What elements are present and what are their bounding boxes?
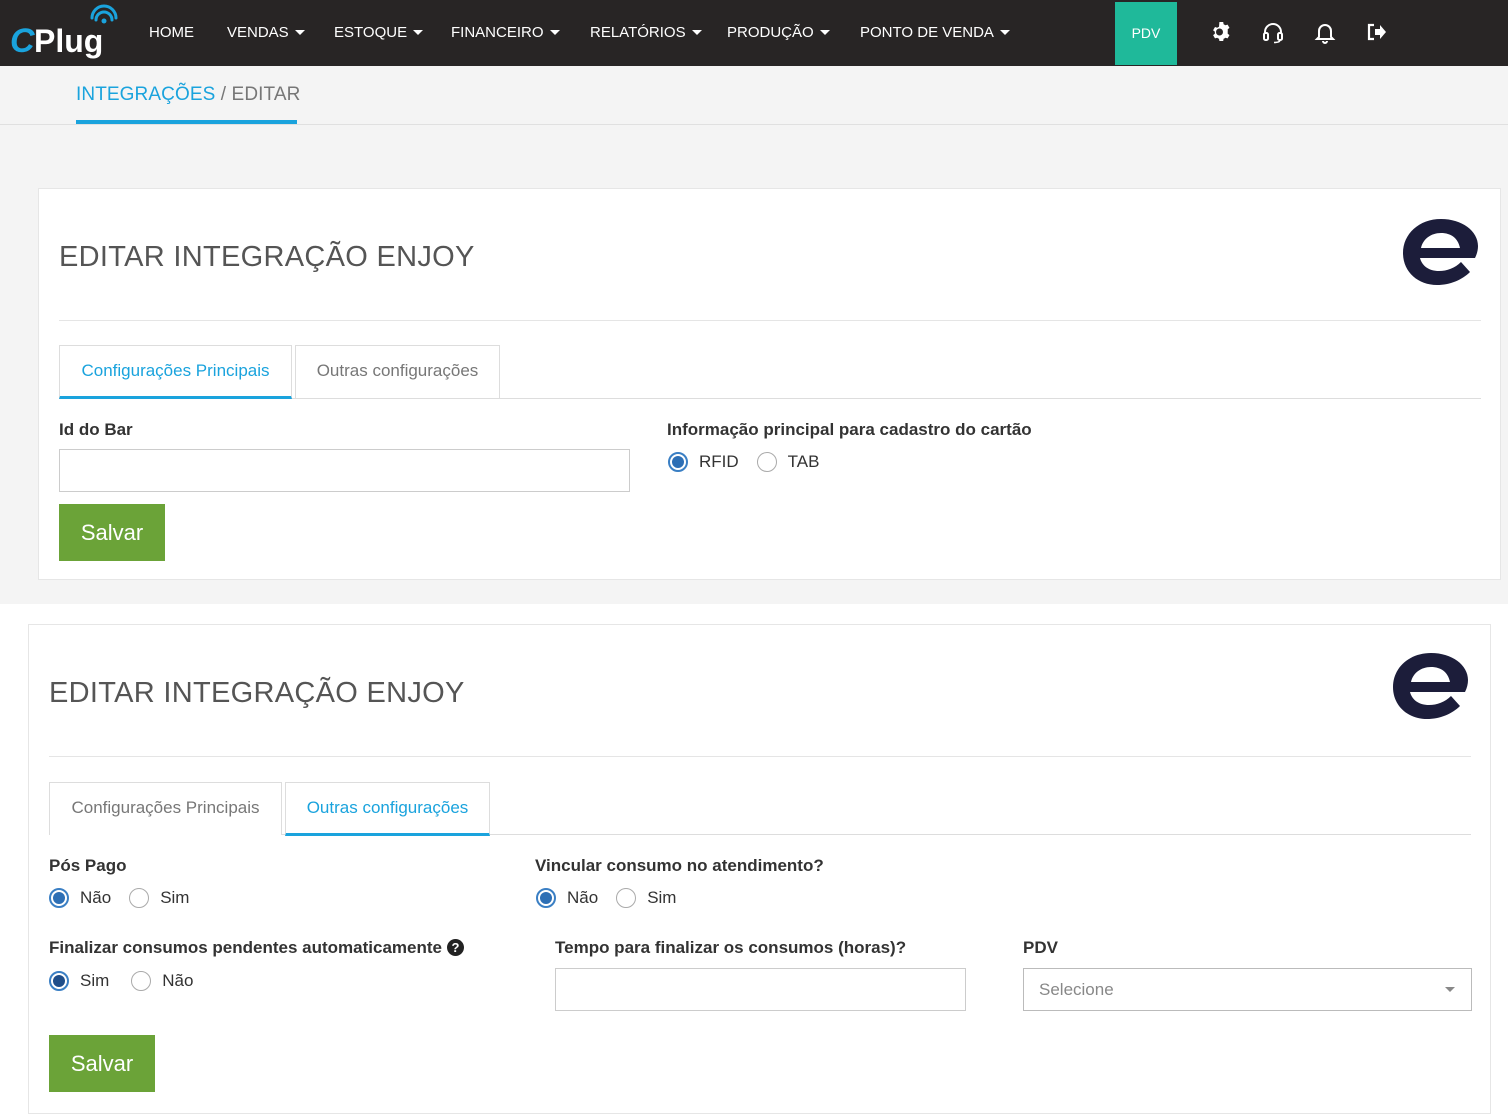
nav-estoque[interactable]: ESTOQUE — [334, 0, 424, 66]
tempo-finalizar-label: Tempo para finalizar os consumos (horas)… — [555, 938, 907, 957]
radio-rfid[interactable] — [668, 452, 688, 472]
caret-down-icon — [819, 29, 830, 35]
cplug-logo[interactable]: C Plug — [8, 4, 126, 62]
pdv-select[interactable]: Selecione — [1023, 968, 1472, 1011]
nav-financeiro-label: FINANCEIRO — [451, 24, 544, 41]
page-title: EDITAR INTEGRAÇÃO ENJOY — [49, 677, 465, 709]
bell-icon[interactable] — [1313, 20, 1337, 44]
pdv-label: PDV — [1023, 938, 1058, 957]
nav-ponto-de-venda[interactable]: PONTO DE VENDA — [860, 0, 1010, 66]
nav-vendas[interactable]: VENDAS — [227, 0, 305, 66]
caret-down-icon — [691, 29, 702, 35]
finalizar-consumos-label-text: Finalizar consumos pendentes automaticam… — [49, 938, 442, 957]
id-bar-input[interactable] — [59, 449, 630, 492]
radio-finalizar-nao-label: Não — [162, 971, 194, 990]
caret-down-icon — [549, 29, 560, 35]
save-button[interactable]: Salvar — [59, 504, 165, 561]
radio-finalizar-sim[interactable] — [49, 971, 69, 991]
radio-finalizar-nao[interactable] — [131, 971, 152, 991]
nav-relatorios[interactable]: RELATÓRIOS — [590, 0, 702, 66]
tab-configuracoes-principais[interactable]: Configurações Principais — [49, 782, 282, 835]
save-button[interactable]: Salvar — [49, 1035, 155, 1092]
radio-vincular-nao-label: Não — [567, 888, 599, 907]
nav-home[interactable]: HOME — [149, 0, 194, 66]
radio-vincular-nao[interactable] — [536, 888, 556, 908]
breadcrumb-underline — [76, 120, 297, 124]
divider — [59, 320, 1481, 321]
radio-pos-pago-sim[interactable] — [129, 888, 150, 908]
gear-icon[interactable] — [1209, 20, 1233, 44]
pdv-button[interactable]: PDV — [1115, 2, 1177, 65]
radio-finalizar-sim-label: Sim — [80, 971, 110, 990]
help-icon[interactable]: ? — [446, 939, 464, 956]
breadcrumb-bar: INTEGRAÇÕES / EDITAR — [0, 66, 1508, 125]
nav-vendas-label: VENDAS — [227, 24, 289, 41]
radio-vincular-sim-label: Sim — [647, 888, 677, 907]
vincular-consumo-radio-group: Não Sim — [536, 886, 694, 910]
panel-main-config: EDITAR INTEGRAÇÃO ENJOY Configurações Pr… — [38, 188, 1501, 580]
tab-outras-configuracoes[interactable]: Outras configurações — [285, 782, 490, 836]
caret-down-icon — [413, 29, 424, 35]
nav-producao[interactable]: PRODUÇÃO — [727, 0, 830, 66]
headset-icon[interactable] — [1261, 20, 1285, 44]
breadcrumb-link-integracoes[interactable]: INTEGRAÇÕES — [76, 84, 215, 105]
radio-pos-pago-sim-label: Sim — [160, 888, 190, 907]
caret-down-icon — [294, 29, 305, 35]
tab-outras-configuracoes[interactable]: Outras configurações — [295, 345, 500, 398]
breadcrumb: INTEGRAÇÕES / EDITAR — [76, 84, 300, 106]
nav-ponto-de-venda-label: PONTO DE VENDA — [860, 24, 994, 41]
page-title: EDITAR INTEGRAÇÃO ENJOY — [59, 241, 475, 273]
finalizar-consumos-radio-group: Sim Não — [49, 969, 211, 993]
tempo-finalizar-input[interactable] — [555, 968, 966, 1011]
pdv-select-value: Selecione — [1039, 980, 1114, 999]
logout-icon[interactable] — [1364, 20, 1388, 44]
card-info-label: Informação principal para cadastro do ca… — [667, 420, 1032, 439]
tab-configuracoes-principais[interactable]: Configurações Principais — [59, 345, 292, 399]
vincular-consumo-label: Vincular consumo no atendimento? — [535, 856, 824, 875]
top-navbar: C Plug HOME VENDAS ESTOQUE FINANCEIRO RE… — [0, 0, 1508, 66]
svg-text:Plug: Plug — [34, 23, 103, 59]
panel-other-config: EDITAR INTEGRAÇÃO ENJOY Configurações Pr… — [28, 624, 1491, 1114]
chevron-down-icon — [1445, 987, 1455, 992]
breadcrumb-current: EDITAR — [231, 84, 301, 105]
nav-producao-label: PRODUÇÃO — [727, 24, 814, 41]
finalizar-consumos-label: Finalizar consumos pendentes automaticam… — [49, 938, 464, 958]
divider — [49, 756, 1471, 757]
nav-home-label: HOME — [149, 24, 194, 41]
card-info-radio-group: RFID TAB — [668, 450, 837, 474]
breadcrumb-separator: / — [215, 84, 232, 105]
nav-relatorios-label: RELATÓRIOS — [590, 24, 686, 41]
enjoy-logo — [1403, 219, 1478, 285]
nav-estoque-label: ESTOQUE — [334, 24, 408, 41]
pos-pago-radio-group: Não Sim — [49, 886, 207, 910]
id-bar-label: Id do Bar — [59, 420, 133, 439]
radio-vincular-sim[interactable] — [616, 888, 637, 908]
radio-tab[interactable] — [756, 452, 777, 472]
enjoy-logo — [1393, 653, 1468, 719]
radio-pos-pago-nao-label: Não — [80, 888, 112, 907]
nav-financeiro[interactable]: FINANCEIRO — [451, 0, 560, 66]
radio-tab-label: TAB — [787, 452, 820, 471]
radio-rfid-label: RFID — [699, 452, 739, 471]
pos-pago-label: Pós Pago — [49, 856, 127, 875]
svg-text:C: C — [10, 22, 35, 60]
caret-down-icon — [999, 29, 1010, 35]
radio-pos-pago-nao[interactable] — [49, 888, 69, 908]
